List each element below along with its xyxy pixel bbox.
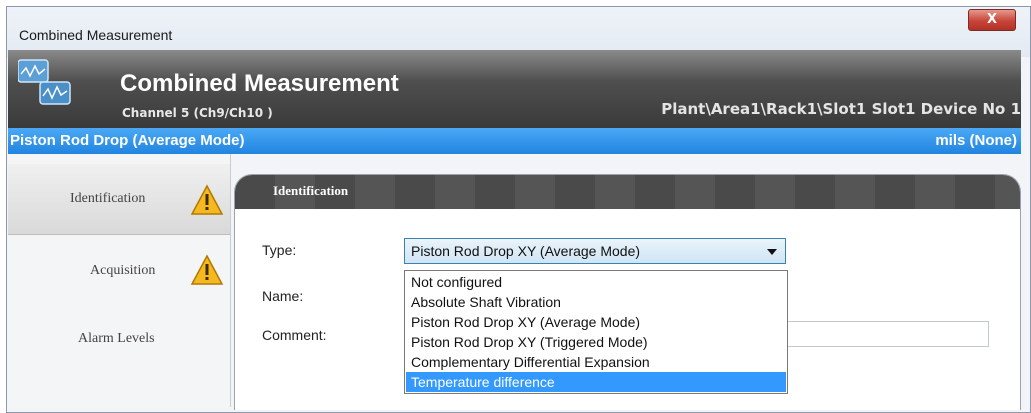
- dropdown-option-highlighted[interactable]: Temperature difference: [406, 372, 786, 392]
- panel-header: Identification: [235, 175, 1020, 209]
- panel-title: Identification: [273, 183, 349, 198]
- comment-field[interactable]: [786, 321, 989, 347]
- dropdown-option[interactable]: Absolute Shaft Vibration: [406, 292, 786, 312]
- channel-subtitle: Channel 5 (Ch9/Ch10 ): [122, 106, 273, 120]
- close-button[interactable]: X: [968, 9, 1016, 31]
- warning-icon: [190, 254, 224, 285]
- chevron-down-icon: [767, 249, 777, 255]
- sidebar-item-label: Identification: [70, 191, 146, 206]
- measurement-logo-icon: [18, 59, 71, 105]
- dropdown-option[interactable]: Complementary Differential Expansion: [406, 352, 786, 372]
- sidebar-item-label: Acquisition: [90, 263, 156, 278]
- warning-icon: [190, 184, 224, 215]
- sidebar-item-acquisition[interactable]: Acquisition: [8, 236, 230, 306]
- window-title: Combined Measurement: [19, 27, 173, 43]
- dropdown-option[interactable]: Piston Rod Drop XY (Triggered Mode): [406, 332, 786, 352]
- measurement-bar: Piston Rod Drop (Average Mode) mils (Non…: [8, 128, 1021, 154]
- name-label: Name:: [262, 288, 304, 304]
- type-selected-value: Piston Rod Drop XY (Average Mode): [411, 243, 641, 259]
- sidebar-item-alarm-levels[interactable]: Alarm Levels: [8, 304, 230, 374]
- type-select[interactable]: Piston Rod Drop XY (Average Mode): [404, 238, 786, 264]
- sidebar-item-label: Alarm Levels: [78, 331, 155, 346]
- type-label: Type:: [262, 242, 297, 258]
- measurement-name: Piston Rod Drop (Average Mode): [10, 132, 245, 149]
- comment-label: Comment:: [262, 327, 327, 343]
- type-dropdown-list: Not configured Absolute Shaft Vibration …: [404, 270, 788, 394]
- close-icon: X: [986, 12, 998, 27]
- device-path: Plant\Area1\Rack1\Slot1 Slot1 Device No …: [661, 100, 1021, 118]
- dropdown-option[interactable]: Not configured: [406, 272, 786, 292]
- measurement-header: Combined Measurement Channel 5 (Ch9/Ch10…: [8, 50, 1021, 128]
- dropdown-option[interactable]: Piston Rod Drop XY (Average Mode): [406, 312, 786, 332]
- measurement-units: mils (None): [935, 132, 1017, 149]
- sidebar-item-identification[interactable]: Identification: [8, 164, 230, 235]
- sidebar: Identification Acquisition Alarm Levels: [8, 154, 231, 407]
- header-title: Combined Measurement: [120, 70, 399, 97]
